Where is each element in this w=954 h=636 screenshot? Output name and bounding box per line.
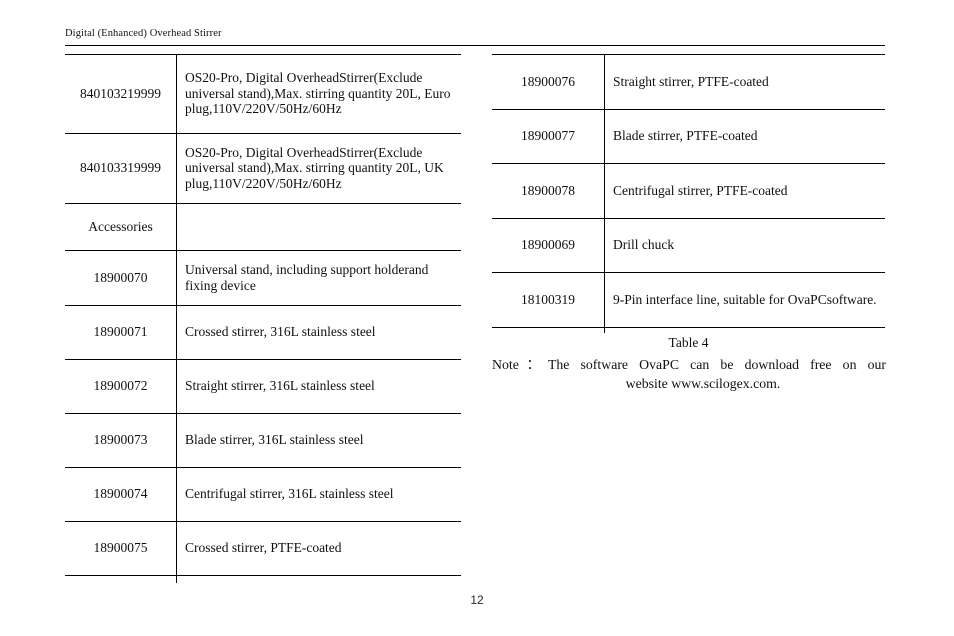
table-row-rule [65,521,461,522]
accessories-table-left: 840103219999 OS20-Pro, Digital OverheadSt… [65,54,461,583]
table-row: 18900073 Blade stirrer, 316L stainless st… [65,413,461,467]
description-cell: Blade stirrer, 316L stainless steel [176,432,461,448]
description-line: Drill chuck [613,237,675,253]
table-row-rule [65,54,461,55]
table-row: 18900076 Straight stirrer, PTFE-coated [492,54,885,109]
description-cell: Blade stirrer, PTFE-coated [604,128,885,144]
part-number-cell: 18900071 [93,324,148,339]
document-page: Digital (Enhanced) Overhead Stirrer 8401… [0,0,954,636]
description-cell: OS20-Pro, Digital OverheadStirrer(Exclud… [176,70,461,117]
table-row-rule [492,272,885,273]
part-number-cell: 18900073 [93,432,148,447]
description-line: OS20-Pro, Digital Overhead [185,144,340,160]
table-row-rule [492,109,885,110]
table-row: 18900069 Drill chuck [492,218,885,272]
table-row-rule [65,203,461,204]
description-cell: Drill chuck [604,237,885,253]
part-number-cell: 18900072 [93,378,148,393]
accessories-table-right: 18900076 Straight stirrer, PTFE-coated 189… [492,54,885,333]
part-number-cell: 18900076 [521,73,575,89]
description-cell: OS20-Pro, Digital OverheadStirrer(Exclud… [176,145,461,192]
part-number-cell: 18900070 [93,269,148,285]
description-cell: Crossed stirrer, 316L stainless steel [176,324,461,340]
table-row: 18900072 Straight stirrer, 316L stainless… [65,359,461,413]
part-number-cell: 18900077 [521,128,575,143]
description-line: software. [826,291,877,307]
header-rule [65,45,885,46]
table-row-rule [65,305,461,306]
description-line: Crossed stirrer, PTFE-coated [185,540,342,556]
running-header: Digital (Enhanced) Overhead Stirrer [65,28,885,39]
table-row-rule [492,218,885,219]
description-cell: 9-Pin interface line, suitable for OvaPC… [604,292,885,308]
table-row: Accessories [65,203,461,250]
description-line: Blade stirrer, PTFE-coated [613,128,758,144]
table-row-rule [65,133,461,134]
part-number-cell: Accessories [88,218,153,234]
part-number-cell: 840103319999 [80,160,161,175]
part-number-cell: 840103219999 [80,85,161,101]
description-line: Blade stirrer, 316L stainless steel [185,432,364,448]
description-line: Straight stirrer, 316L stainless steel [185,378,375,394]
table-row-rule [65,359,461,360]
description-line: Centrifugal stirrer, 316L stainless stee… [185,486,394,502]
description-cell: Crossed stirrer, PTFE-coated [176,540,461,556]
part-number-cell: 18100319 [521,291,575,307]
part-number-cell: 18900069 [521,237,575,252]
table-row-rule [492,163,885,164]
table-row: 840103219999 OS20-Pro, Digital OverheadSt… [65,54,461,133]
description-line: 110V/220V/50Hz/60Hz [212,101,342,117]
table-row: 18900075 Crossed stirrer, PTFE-coated [65,521,461,575]
table-bottom-rule [492,327,885,328]
description-cell: Centrifugal stirrer, 316L stainless stee… [176,486,461,502]
part-number-cell: 18900075 [93,540,148,555]
table-row-rule [65,467,461,468]
description-line: Centrifugal stirrer, PTFE-coated [613,182,788,198]
table-row: 18900074 Centrifugal stirrer, 316L stainl… [65,467,461,521]
running-header-title: Digital (Enhanced) Overhead Stirrer [65,28,222,39]
table-row: 18900078 Centrifugal stirrer, PTFE-coated [492,163,885,218]
table-row: 18900071 Crossed stirrer, 316L stainless … [65,305,461,359]
table-row: 18100319 9-Pin interface line, suitable f… [492,272,885,327]
part-number-cell: 18900078 [521,182,575,198]
description-line: Universal stand, including support holde… [185,262,409,277]
note-line-1: Note：The software OvaPC can be download … [492,357,886,372]
description-line: OS20-Pro, Digital Overhead [185,70,340,86]
description-line: Crossed stirrer, 316L stainless steel [185,324,376,340]
note-line-2: website www.scilogex.com. [625,376,781,391]
table-bottom-rule [65,575,461,576]
table-row-rule [492,54,885,55]
table-caption: Table 4 [668,335,709,350]
description-cell: Straight stirrer, 316L stainless steel [176,378,461,394]
description-line: 9-Pin interface line, suitable for OvaPC [613,291,827,307]
table-row: 18900070 Universal stand, including suppo… [65,250,461,305]
description-line: Straight stirrer, PTFE-coated [613,73,769,89]
table-row-rule [65,413,461,414]
page-number: 12 [470,593,484,607]
table-row-rule [65,250,461,251]
description-line: 110V/220V/50Hz/60Hz [212,175,342,191]
part-number-cell: 18900074 [93,486,148,501]
description-cell: Straight stirrer, PTFE-coated [604,74,885,90]
description-cell: Universal stand, including support holde… [176,262,461,293]
table-row: 18900077 Blade stirrer, PTFE-coated [492,109,885,163]
table-row: 840103319999 OS20-Pro, Digital OverheadSt… [65,133,461,203]
table-note: Note：The software OvaPC can be download … [492,355,886,393]
description-cell: Centrifugal stirrer, PTFE-coated [604,183,885,199]
